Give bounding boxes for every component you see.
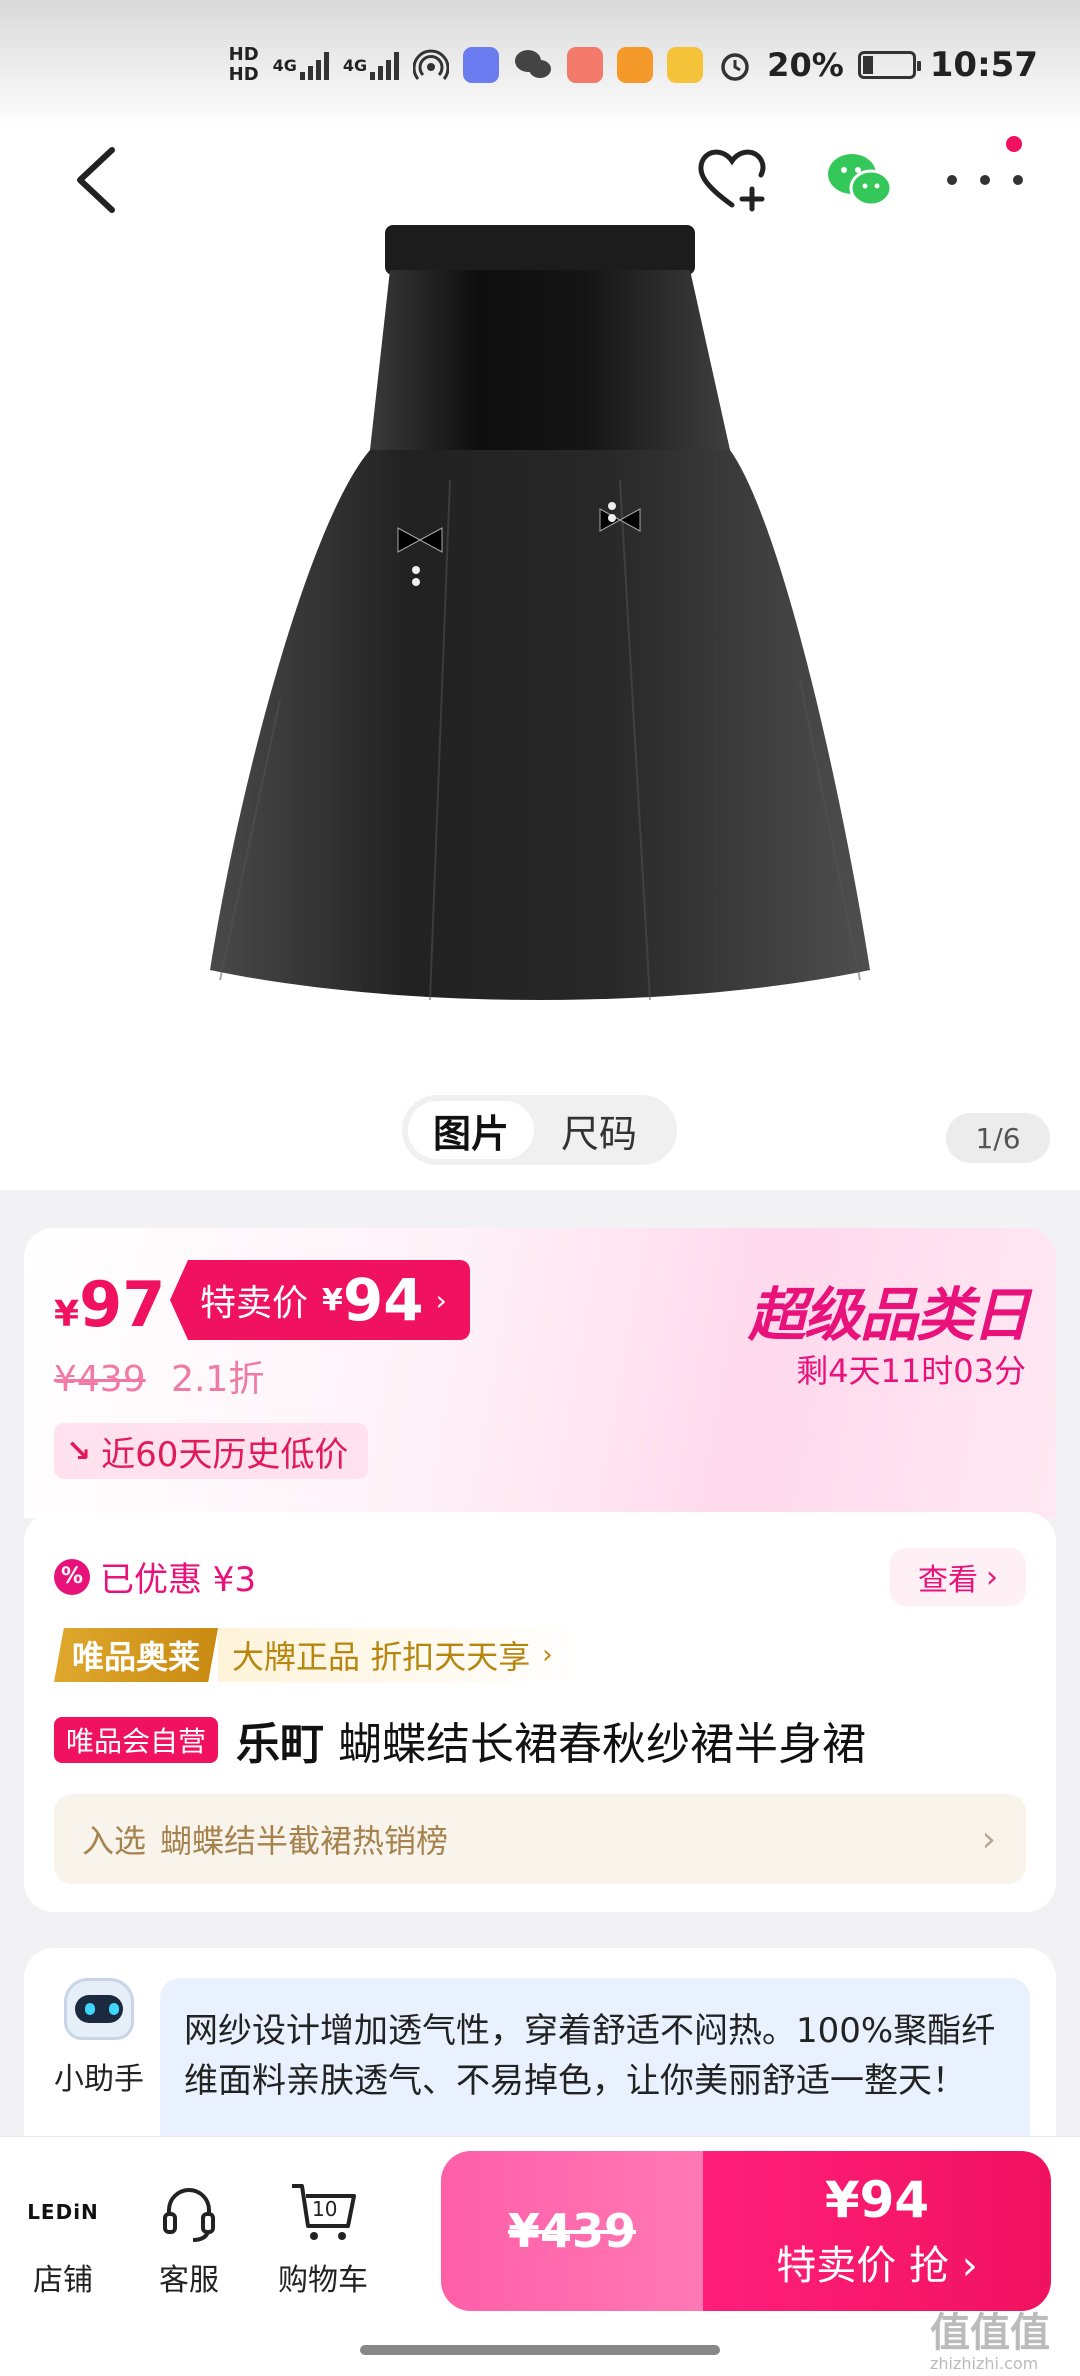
watermark: 值值值 zhizhizhi.com	[930, 2300, 1050, 2373]
notification-dot	[1006, 136, 1022, 152]
brand-name[interactable]: 乐町	[236, 1708, 324, 1772]
coupon-row: % 已优惠 ¥3	[54, 1552, 256, 1601]
currency-symbol: ¥	[322, 1282, 343, 1318]
product-name: 蝴蝶结长裙春秋纱裙半身裙	[338, 1719, 867, 1770]
battery-percent: 20%	[767, 46, 844, 84]
home-indicator[interactable]	[360, 2345, 720, 2355]
battery-icon	[857, 51, 921, 79]
chevron-right-icon: ›	[542, 1640, 553, 1670]
original-price: ¥439	[54, 1359, 146, 1400]
signal-bars-icon	[299, 50, 329, 80]
browser-app-icon	[667, 47, 704, 83]
outlet-text-wrap: 大牌正品 折扣天天享 ›	[218, 1628, 583, 1682]
hotspot-icon	[413, 47, 450, 83]
cart-button[interactable]: 10 购物车	[268, 2179, 378, 2299]
signal-2: 4G	[342, 50, 400, 80]
hd2-label: HD	[228, 64, 259, 85]
discount-icon: %	[54, 1558, 90, 1595]
assistant-label: 小助手	[54, 2062, 144, 2097]
product-image	[210, 225, 870, 1001]
coupon-text: 已优惠 ¥3	[100, 1560, 257, 1600]
image-pager: 1/6	[946, 1113, 1050, 1163]
signal-1: 4G	[273, 50, 329, 80]
ranking-text: 蝴蝶结半截裙热销榜	[160, 1822, 449, 1860]
service-label: 客服	[159, 2263, 219, 2298]
current-price: ¥97	[54, 1268, 165, 1341]
watermark-text: 值值值	[930, 2310, 1050, 2356]
chevron-right-icon: ›	[435, 1283, 447, 1317]
buy-price: ¥94	[824, 2171, 930, 2229]
back-button[interactable]	[60, 140, 130, 220]
more-button[interactable]	[940, 136, 1030, 210]
assistant-card: 小助手 网纱设计增加透气性，穿着舒适不闷热。100%聚酯纤维面料亲肤透气、不易掉…	[24, 1948, 1056, 2148]
chevron-right-icon: ›	[986, 1559, 998, 1595]
view-label: 查看	[918, 1563, 978, 1598]
headset-icon	[134, 2179, 244, 2245]
video-app-icon	[617, 47, 654, 83]
hd1-label: HD	[228, 44, 259, 65]
outlet-banner[interactable]: 唯品奥莱 大牌正品 折扣天天享 ›	[54, 1628, 583, 1682]
customer-service-button[interactable]: 客服	[134, 2179, 244, 2299]
network-type-2: 4G	[342, 55, 368, 75]
special-price-label: 特卖价	[200, 1283, 309, 1324]
network-type-1: 4G	[272, 55, 297, 75]
hd-indicator: HD HD	[229, 45, 259, 85]
trend-down-icon: ↘	[66, 1433, 92, 1469]
outlet-tag: 唯品奥莱	[54, 1628, 219, 1682]
watermark-url: zhizhizhi.com	[930, 2354, 1039, 2373]
cart-icon: 10	[268, 2179, 378, 2245]
cart-count: 10	[312, 2197, 338, 2221]
favorite-button[interactable]	[694, 145, 774, 215]
event-title: 超级品类日	[747, 1281, 1030, 1349]
gallery-tab-switch: 图片 尺码	[402, 1095, 677, 1165]
alarm-icon	[717, 47, 753, 83]
more-icon	[947, 175, 1023, 185]
cart-label: 购物车	[278, 2263, 368, 2298]
ranking-banner[interactable]: 入选 蝴蝶结半截裙热销榜 ›	[54, 1794, 1026, 1884]
special-price-tag[interactable]: 特卖价 ¥ 94 ›	[170, 1260, 470, 1340]
assistant-avatar[interactable]: 小助手	[54, 1978, 144, 2098]
store-button[interactable]: LEDiN 店铺	[8, 2179, 118, 2299]
wechat-icon	[828, 154, 893, 207]
original-price-row: ¥439 2.1折	[54, 1350, 264, 1402]
product-title: 唯品会自营 乐町 蝴蝶结长裙春秋纱裙半身裙	[54, 1708, 866, 1772]
tab-size[interactable]: 尺码	[534, 1101, 664, 1159]
store-label: 店铺	[33, 2263, 93, 2298]
chevron-right-icon: ›	[981, 1818, 996, 1860]
music-app-icon	[463, 47, 500, 83]
tab-images[interactable]: 图片	[408, 1101, 534, 1159]
robot-icon	[64, 1978, 134, 2040]
buy-original-price[interactable]: ¥439	[441, 2151, 703, 2311]
buy-now-button[interactable]: ¥94 特卖价 抢 ›	[703, 2151, 1051, 2311]
buy-button-group: ¥439 ¥94 特卖价 抢 ›	[441, 2151, 1051, 2311]
price-card: ¥97 特卖价 ¥ 94 › ¥439 2.1折 ↘ 近60天历史低价 超级品类…	[24, 1228, 1056, 1518]
self-operated-tag: 唯品会自营	[54, 1717, 219, 1763]
discount-rate: 2.1折	[171, 1359, 265, 1400]
store-logo: LEDiN	[27, 2200, 99, 2224]
wechat-notification-icon	[513, 47, 553, 83]
assistant-message: 网纱设计增加透气性，穿着舒适不闷热。100%聚酯纤维面料亲肤透气、不易掉色，让你…	[160, 1978, 1030, 2148]
event-countdown: 剩4天11时03分	[796, 1352, 1026, 1390]
history-low-badge: ↘ 近60天历史低价	[54, 1423, 369, 1479]
outlet-text: 大牌正品 折扣天天享	[232, 1638, 531, 1676]
status-bar: HD HD 4G 4G 20% 10:57	[0, 0, 1080, 130]
history-low-label: 近60天历史低价	[101, 1434, 349, 1475]
currency-symbol: ¥	[54, 1294, 80, 1335]
clock: 10:57	[929, 45, 1038, 85]
product-info-card: % 已优惠 ¥3 查看 › 唯品奥莱 大牌正品 折扣天天享 › 唯品会自营 乐町…	[24, 1512, 1056, 1912]
buy-cta: 特卖价 抢 ›	[776, 2243, 978, 2289]
bottom-action-bar: LEDiN 店铺 客服 10 购物车 ¥439 ¥94 特卖价 抢 ›	[0, 2136, 1080, 2376]
chevron-left-icon	[77, 147, 115, 213]
share-wechat-button[interactable]	[826, 150, 894, 210]
view-coupon-button[interactable]: 查看 ›	[890, 1548, 1026, 1606]
special-price-value: 94	[342, 1266, 424, 1334]
heart-plus-icon	[698, 149, 766, 212]
ranking-prefix: 入选	[82, 1822, 147, 1860]
signal-bars-icon	[370, 50, 400, 80]
shopping-app-icon	[567, 47, 604, 83]
current-price-value: 97	[79, 1268, 166, 1341]
